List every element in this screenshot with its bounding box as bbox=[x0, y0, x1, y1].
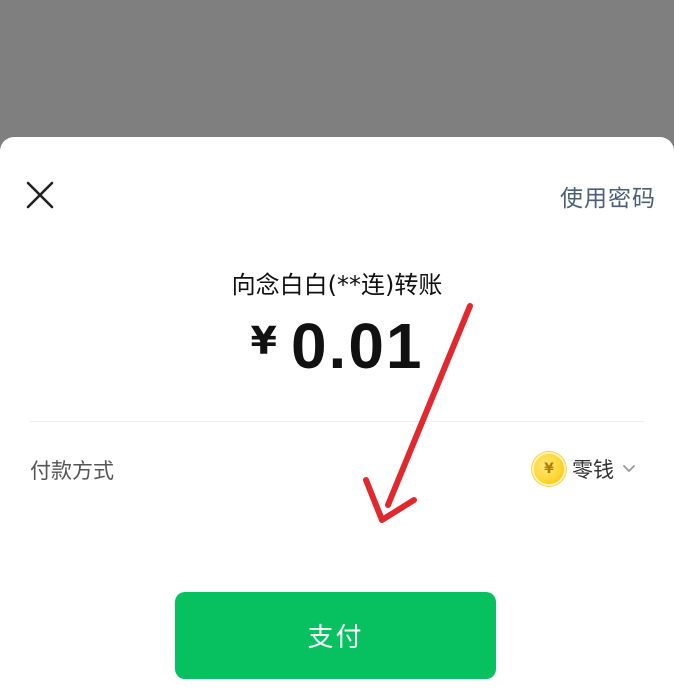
close-button[interactable] bbox=[22, 177, 58, 213]
pay-method-label: 付款方式 bbox=[30, 459, 114, 483]
use-password-link[interactable]: 使用密码 bbox=[560, 179, 656, 213]
amount-display: ¥0.01 bbox=[0, 309, 674, 383]
pay-button[interactable]: 支付 bbox=[175, 592, 496, 679]
divider bbox=[30, 421, 644, 422]
close-icon bbox=[26, 181, 54, 209]
currency-symbol: ¥ bbox=[250, 319, 277, 363]
amount-value: 0.01 bbox=[290, 310, 424, 382]
payee-text: 向念白白(**连)转账 bbox=[231, 271, 443, 299]
payment-sheet: 使用密码 向念白白(**连)转账 ¥0.01 付款方式 ¥ 零钱 支付 bbox=[0, 137, 674, 697]
pay-method-selector[interactable]: ¥ 零钱 bbox=[532, 451, 636, 487]
coin-icon: ¥ bbox=[532, 452, 566, 486]
chevron-down-icon bbox=[623, 465, 635, 472]
pay-method-value: 零钱 bbox=[572, 458, 614, 482]
